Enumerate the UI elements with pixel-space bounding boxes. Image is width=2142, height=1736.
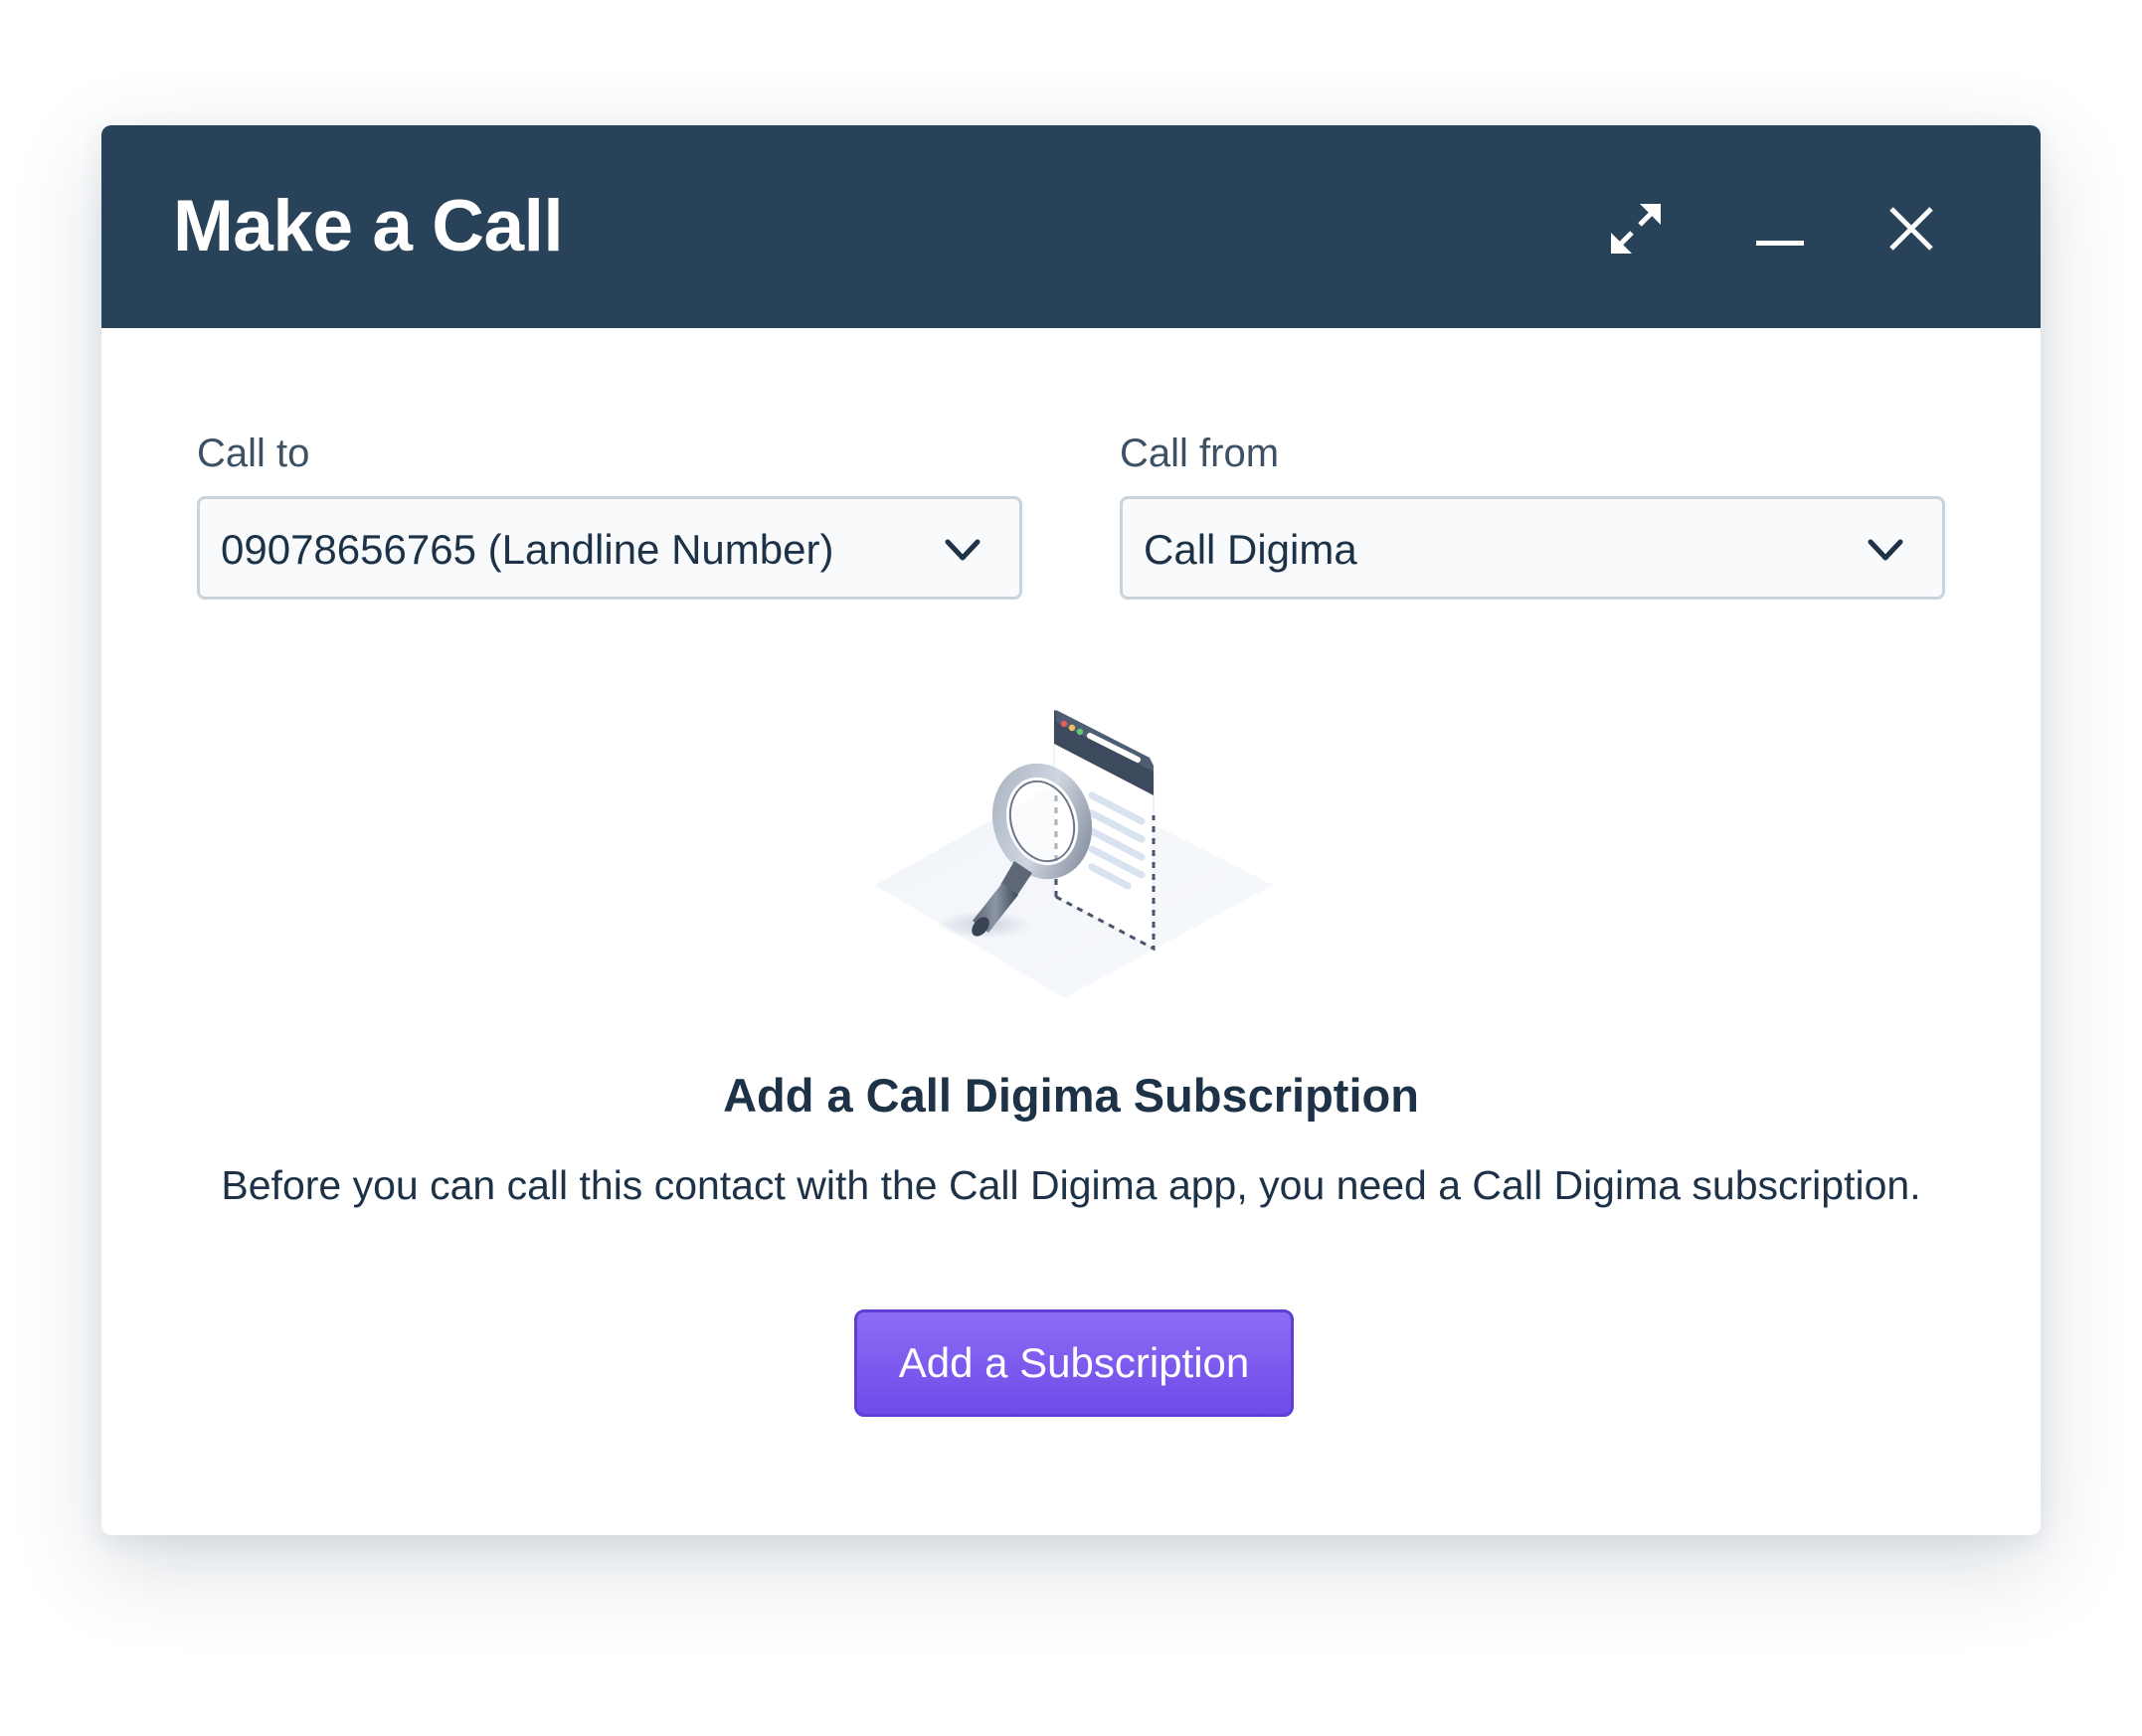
add-subscription-button[interactable]: Add a Subscription [854, 1309, 1294, 1417]
subscription-description: Before you can call this contact with th… [221, 1162, 1921, 1208]
dialog-header: Make a Call [101, 125, 2041, 328]
call-to-select[interactable]: 09078656765 (Landline Number) [197, 496, 1022, 600]
close-icon [1889, 207, 1933, 251]
minimize-button[interactable] [1738, 187, 1822, 270]
expand-arrows-icon [1611, 204, 1661, 254]
call-to-label: Call to [197, 432, 310, 475]
magnifier-over-document-illustration [875, 710, 1273, 998]
close-button[interactable] [1870, 187, 1953, 270]
expand-button[interactable] [1594, 187, 1678, 270]
call-from-label: Call from [1120, 432, 1280, 475]
minimize-icon [1756, 241, 1804, 246]
call-from-value: Call Digima [1144, 526, 1357, 573]
call-to-value: 09078656765 (Landline Number) [221, 526, 834, 573]
dialog-title: Make a Call [173, 186, 564, 266]
subscription-heading: Add a Call Digima Subscription [723, 1069, 1419, 1122]
call-from-select[interactable]: Call Digima [1120, 496, 1945, 600]
chevron-down-icon [945, 539, 981, 561]
make-a-call-dialog: Make a Call Call to 09078656765 (Landlin… [101, 125, 2041, 1535]
chevron-down-icon [1868, 539, 1903, 561]
